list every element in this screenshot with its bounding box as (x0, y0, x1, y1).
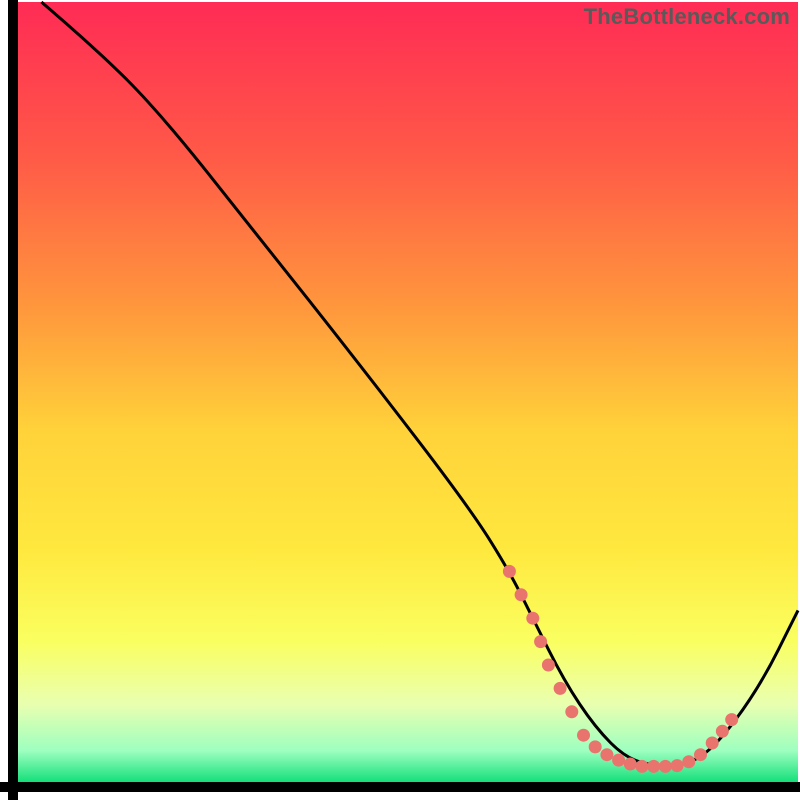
marker-dot (600, 748, 613, 761)
marker-dot (577, 729, 590, 742)
chart-svg (0, 0, 800, 800)
marker-dot (515, 588, 528, 601)
marker-dot (624, 758, 637, 771)
chart-container: TheBottleneck.com (0, 0, 800, 800)
marker-dot (534, 635, 547, 648)
watermark-text: TheBottleneck.com (584, 4, 790, 30)
marker-dot (589, 740, 602, 753)
marker-dot (694, 748, 707, 761)
marker-dot (526, 612, 539, 625)
marker-dot (612, 754, 625, 767)
marker-dot (503, 565, 516, 578)
marker-dot (647, 760, 660, 773)
plot-background (18, 2, 798, 782)
marker-dot (706, 737, 719, 750)
marker-dot (542, 659, 555, 672)
plot-area (18, 2, 798, 782)
marker-dot (725, 713, 738, 726)
marker-dot (554, 682, 567, 695)
marker-dot (682, 755, 695, 768)
marker-dot (565, 705, 578, 718)
marker-dot (659, 760, 672, 773)
marker-dot (716, 725, 729, 738)
marker-dot (636, 760, 649, 773)
marker-dot (671, 759, 684, 772)
